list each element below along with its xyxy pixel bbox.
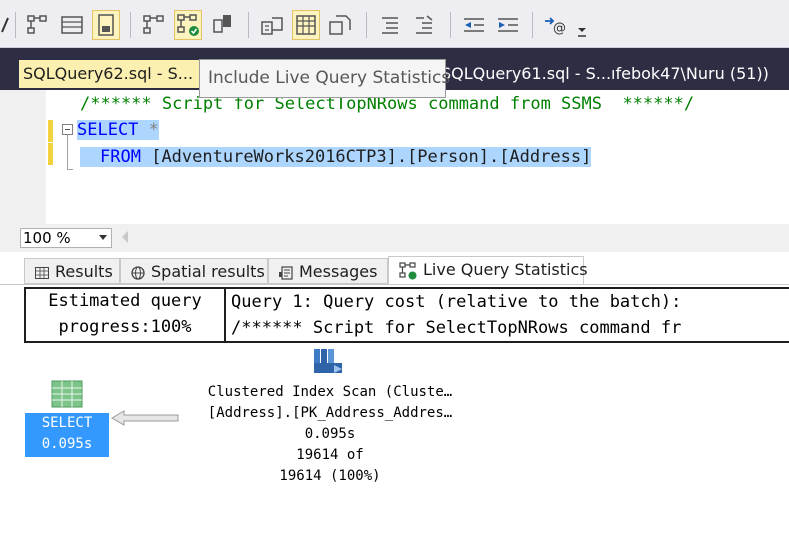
tooltip: Include Live Query Statistics xyxy=(199,59,450,98)
query-progress: Estimated query progress:100% xyxy=(48,291,202,337)
decrease-indent-icon[interactable] xyxy=(460,10,488,40)
toolbar-separator xyxy=(15,12,16,38)
query-editor[interactable]: /****** Script for SelectTopNRows comman… xyxy=(0,90,789,224)
keyword-select: SELECT xyxy=(77,120,139,140)
toolbar-separator xyxy=(248,12,249,38)
keyword-from: FROM xyxy=(80,147,141,167)
change-marker xyxy=(48,120,53,142)
tab-label: SQLQuery61.sql - S...ıfebok47\Nuru (51)) xyxy=(441,64,769,83)
toolbar-separator xyxy=(130,12,131,38)
query-options-icon[interactable] xyxy=(140,10,168,40)
toolbar-separator xyxy=(532,12,533,38)
toolbar: @ xyxy=(0,0,789,48)
specify-template-values-icon[interactable]: @ xyxy=(542,10,570,40)
tab-sqlquery61[interactable]: SQLQuery61.sql - S...ıfebok47\Nuru (51)) xyxy=(441,60,789,88)
tab-live-query-statistics[interactable]: Live Query Statistics xyxy=(388,256,588,284)
collapse-toggle-icon[interactable] xyxy=(62,124,73,135)
toolbar-separator xyxy=(450,12,451,38)
query-cost-info: Query 1: Query cost (relative to the bat… xyxy=(231,292,682,338)
tab-sqlquery62[interactable]: SQLQuery62.sql - S... xyxy=(19,60,213,88)
outline-line xyxy=(67,135,68,169)
live-query-statistics-icon xyxy=(399,261,417,279)
tab-label: SQLQuery62.sql - S... xyxy=(23,64,194,83)
globe-icon xyxy=(131,265,145,280)
uncomment-icon[interactable] xyxy=(410,10,438,40)
data-flow-arrow xyxy=(111,410,179,426)
clustered-index-scan-icon xyxy=(314,349,342,373)
code-from-line: FROM [AdventureWorks2016CTP3].[Person].[… xyxy=(80,146,592,168)
results-to-text-icon[interactable] xyxy=(258,10,286,40)
toolbar-partial-icon xyxy=(1,17,9,33)
zoom-value: 100 % xyxy=(23,229,71,247)
editor-gutter xyxy=(0,90,46,224)
results-to-grid-icon[interactable] xyxy=(58,10,86,40)
results-to-file-toggle-icon[interactable] xyxy=(326,10,354,40)
increase-indent-icon[interactable] xyxy=(494,10,522,40)
tab-label: Messages xyxy=(299,262,378,281)
select-node[interactable]: SELECT 0.095s xyxy=(25,413,109,457)
code-select-line: SELECT * xyxy=(77,119,159,141)
tab-spatial-results[interactable]: Spatial results xyxy=(120,258,268,284)
scroll-left-icon[interactable] xyxy=(120,230,130,244)
comment-out-icon[interactable] xyxy=(376,10,404,40)
tab-results[interactable]: Results xyxy=(24,258,120,284)
results-to-grid-toggle-icon[interactable] xyxy=(292,10,320,40)
results-to-file-icon[interactable] xyxy=(92,10,120,40)
editor-zoom-bar xyxy=(0,224,789,252)
client-statistics-icon[interactable] xyxy=(208,10,236,40)
messages-icon xyxy=(279,265,293,280)
outline-line xyxy=(67,169,73,170)
tab-label: Results xyxy=(55,262,113,281)
grid-icon xyxy=(35,266,49,279)
tab-label: Live Query Statistics xyxy=(423,260,588,279)
include-actual-plan-icon[interactable] xyxy=(24,10,52,40)
chevron-down-icon xyxy=(99,235,107,240)
tab-messages[interactable]: Messages xyxy=(268,258,388,284)
table-reference: [AdventureWorks2016CTP3].[Person].[Addre… xyxy=(151,147,592,167)
toolbar-overflow-icon[interactable] xyxy=(574,10,590,40)
svg-text:@: @ xyxy=(553,21,566,36)
live-query-statistics-icon[interactable] xyxy=(174,10,202,40)
toolbar-separator xyxy=(366,12,367,38)
zoom-dropdown[interactable]: 100 % xyxy=(20,228,112,248)
select-node-icon xyxy=(51,380,83,408)
select-star: * xyxy=(138,120,159,140)
change-marker xyxy=(48,143,53,165)
tab-label: Spatial results xyxy=(151,262,265,281)
divider xyxy=(224,289,226,341)
scan-node-text[interactable]: Clustered Index Scan (Cluste… [Address].… xyxy=(168,382,492,487)
